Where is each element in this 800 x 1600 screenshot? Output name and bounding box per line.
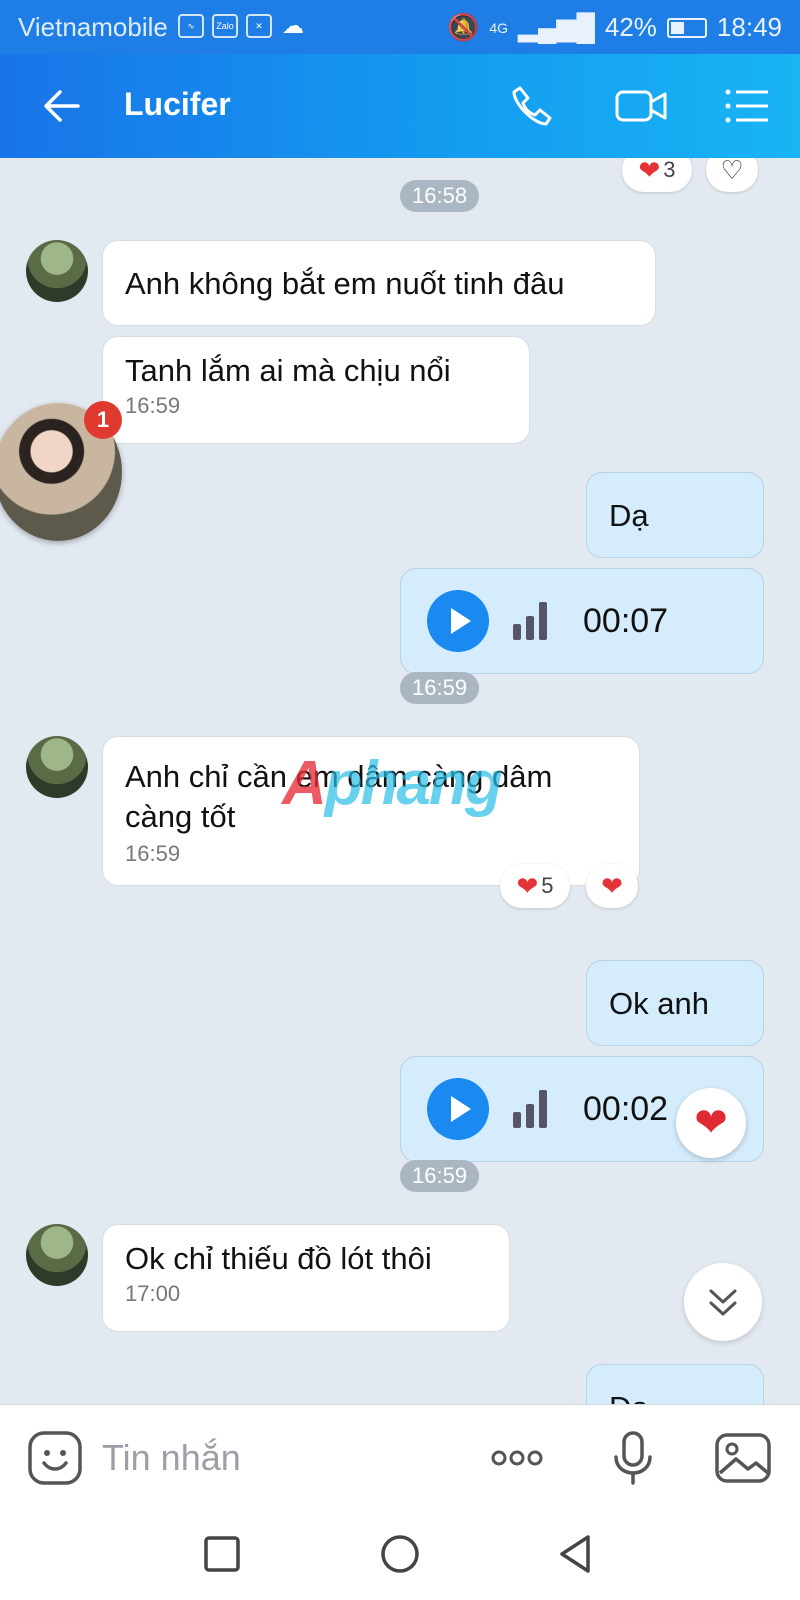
unread-badge: 1 (84, 401, 122, 439)
avatar[interactable] (26, 736, 88, 798)
battery-percent: 42% (604, 12, 657, 42)
cloud-icon: ☁ (282, 13, 304, 38)
chat-area[interactable]: ❤ 3 ♡ 16:58 Anh không bắt em nuốt tinh đ… (0, 158, 800, 1404)
capcut-icon: ✕ (246, 14, 272, 38)
arrow-left-icon[interactable] (38, 82, 86, 130)
message-time: 16:59 (125, 393, 181, 418)
sticker-icon[interactable] (26, 1429, 84, 1487)
chevron-double-down-icon (709, 1289, 737, 1316)
message-input[interactable]: Tin nhắn (102, 1437, 241, 1479)
message-text: Dạ (609, 1390, 649, 1404)
status-right: 🔕 4G ▂▄▆█ 42% 18:49 (447, 12, 782, 43)
reaction-summary[interactable]: ❤ 3 (622, 158, 692, 192)
notification-icons: ∿ Zalo ✕ ☁ (178, 13, 306, 38)
react-button[interactable]: ❤ (586, 864, 638, 908)
signal-icon: ▂▄▆█ (518, 12, 595, 42)
chat-header: Lucifer (0, 54, 800, 158)
voice-duration: 00:02 (583, 1089, 669, 1128)
phone-icon[interactable] (506, 80, 558, 132)
scroll-down-button[interactable] (684, 1263, 762, 1341)
react-button[interactable]: ♡ (706, 158, 758, 192)
message-bubble-outgoing[interactable]: Dạ (586, 1364, 764, 1404)
watermark-red-part: A (282, 749, 327, 818)
avatar[interactable] (26, 1224, 88, 1286)
more-options-icon[interactable] (488, 1429, 546, 1487)
menu-icon[interactable] (722, 80, 774, 132)
heart-icon[interactable]: ❤ (676, 1088, 746, 1158)
message-bubble-outgoing[interactable]: Dạ (586, 472, 764, 558)
message-bubble-outgoing[interactable]: Ok anh (586, 960, 764, 1046)
clock: 18:49 (716, 12, 782, 42)
video-camera-icon[interactable] (614, 80, 670, 132)
message-text: Ok chỉ thiếu đồ lót thôi (125, 1241, 432, 1276)
message-input-bar: Tin nhắn (0, 1404, 800, 1510)
avatar[interactable] (26, 240, 88, 302)
contact-name[interactable]: Lucifer (124, 86, 231, 123)
heart-icon: ❤ (638, 158, 661, 185)
heart-icon: ❤ (516, 870, 539, 901)
message-text: Dạ (609, 498, 649, 533)
message-time: 17:00 (125, 1281, 181, 1306)
image-gallery-icon[interactable] (714, 1429, 772, 1487)
message-text: Tanh lắm ai mà chịu nổi (125, 353, 451, 388)
time-chip: 16:58 (400, 180, 480, 212)
voice-duration: 00:07 (583, 601, 669, 640)
heart-outline-icon: ♡ (720, 158, 744, 185)
mute-icon: 🔕 (446, 12, 480, 42)
battery-fill (670, 21, 684, 34)
reaction-count: 3 (663, 158, 676, 182)
microphone-icon[interactable] (604, 1429, 662, 1487)
system-navigation-bar (0, 1510, 800, 1600)
back-triangle-icon[interactable] (554, 1532, 598, 1576)
home-icon[interactable] (378, 1532, 422, 1576)
message-bubble-incoming[interactable]: Tanh lắm ai mà chịu nổi 16:59 (102, 336, 530, 444)
message-bubble-incoming[interactable]: Anh không bắt em nuốt tinh đâu (102, 240, 656, 326)
recent-apps-icon[interactable] (200, 1532, 244, 1576)
voice-message[interactable]: 00:07 (400, 568, 764, 674)
reaction-count: 5 (541, 873, 554, 898)
message-text: Ok anh (609, 986, 709, 1021)
activity-icon: ∿ (178, 14, 204, 38)
message-text: Anh không bắt em nuốt tinh đâu (125, 266, 565, 301)
heart-icon: ❤ (601, 870, 623, 901)
battery-icon (666, 17, 707, 38)
watermark: Aphang (282, 748, 503, 819)
network-type: 4G (489, 19, 509, 36)
time-chip: 16:59 (400, 672, 480, 704)
carrier-name: Vietnamobile (18, 12, 168, 42)
message-bubble-incoming[interactable]: Ok chỉ thiếu đồ lót thôi 17:00 (102, 1224, 510, 1332)
play-icon[interactable] (427, 1078, 489, 1140)
watermark-rest: phang (324, 749, 503, 818)
waveform-icon (513, 602, 547, 640)
zalo-icon: Zalo (212, 14, 238, 38)
play-icon[interactable] (427, 590, 489, 652)
time-chip: 16:59 (400, 1160, 480, 1192)
reaction-summary[interactable]: ❤ 5 (500, 864, 570, 908)
status-bar: Vietnamobile ∿ Zalo ✕ ☁ 🔕 4G ▂▄▆█ 42% 18… (0, 0, 800, 54)
waveform-icon (513, 1090, 547, 1128)
